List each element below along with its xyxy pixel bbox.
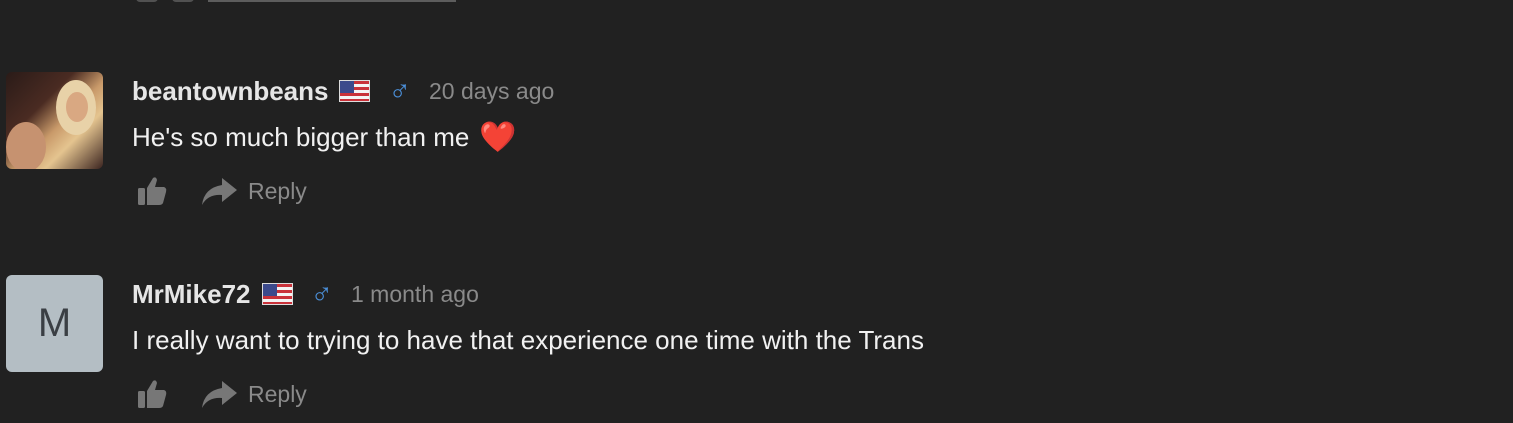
timestamp: 20 days ago <box>428 77 555 104</box>
reply-label: Reply <box>248 177 307 204</box>
comment-text-row: I really want to trying to have that exp… <box>132 325 924 356</box>
like-icon[interactable] <box>136 0 158 2</box>
reply-arrow-icon <box>202 381 237 408</box>
previous-comment-actions <box>136 0 456 2</box>
username[interactable]: beantownbeans <box>132 76 328 107</box>
reply-arrow-icon <box>202 178 237 205</box>
avatar-letter: M <box>37 301 72 345</box>
comment-actions: Reply <box>136 173 307 209</box>
us-flag-icon <box>261 283 293 305</box>
comment-item: beantownbeans ♂ 20 days ago He's so much… <box>0 70 1513 220</box>
us-flag-icon <box>339 80 371 102</box>
comment-item: M MrMike72 ♂ 1 month ago I really want t… <box>0 273 1513 423</box>
username[interactable]: MrMike72 <box>132 279 251 310</box>
thumbs-up-icon[interactable] <box>136 175 168 207</box>
thumbs-up-icon[interactable] <box>136 378 168 410</box>
comment-text: He's so much bigger than me <box>132 122 470 152</box>
heart-icon: ❤️ <box>479 120 517 154</box>
avatar[interactable] <box>6 72 103 169</box>
comment-header: MrMike72 ♂ 1 month ago <box>132 277 479 311</box>
reply-icon[interactable] <box>172 0 194 2</box>
comment-header: beantownbeans ♂ 20 days ago <box>132 74 554 108</box>
reply-label: Reply <box>248 380 307 407</box>
comment-text: I really want to trying to have that exp… <box>132 325 924 355</box>
male-icon: ♂ <box>310 277 334 310</box>
comment-actions: Reply <box>136 376 307 412</box>
male-icon: ♂ <box>388 74 411 107</box>
reply-button[interactable]: Reply <box>200 379 307 409</box>
reply-input-edge <box>208 0 456 2</box>
avatar[interactable]: M <box>6 275 103 372</box>
timestamp: 1 month ago <box>351 280 479 307</box>
reply-button[interactable]: Reply <box>200 176 307 206</box>
comment-text-row: He's so much bigger than me ❤️ <box>132 122 517 153</box>
